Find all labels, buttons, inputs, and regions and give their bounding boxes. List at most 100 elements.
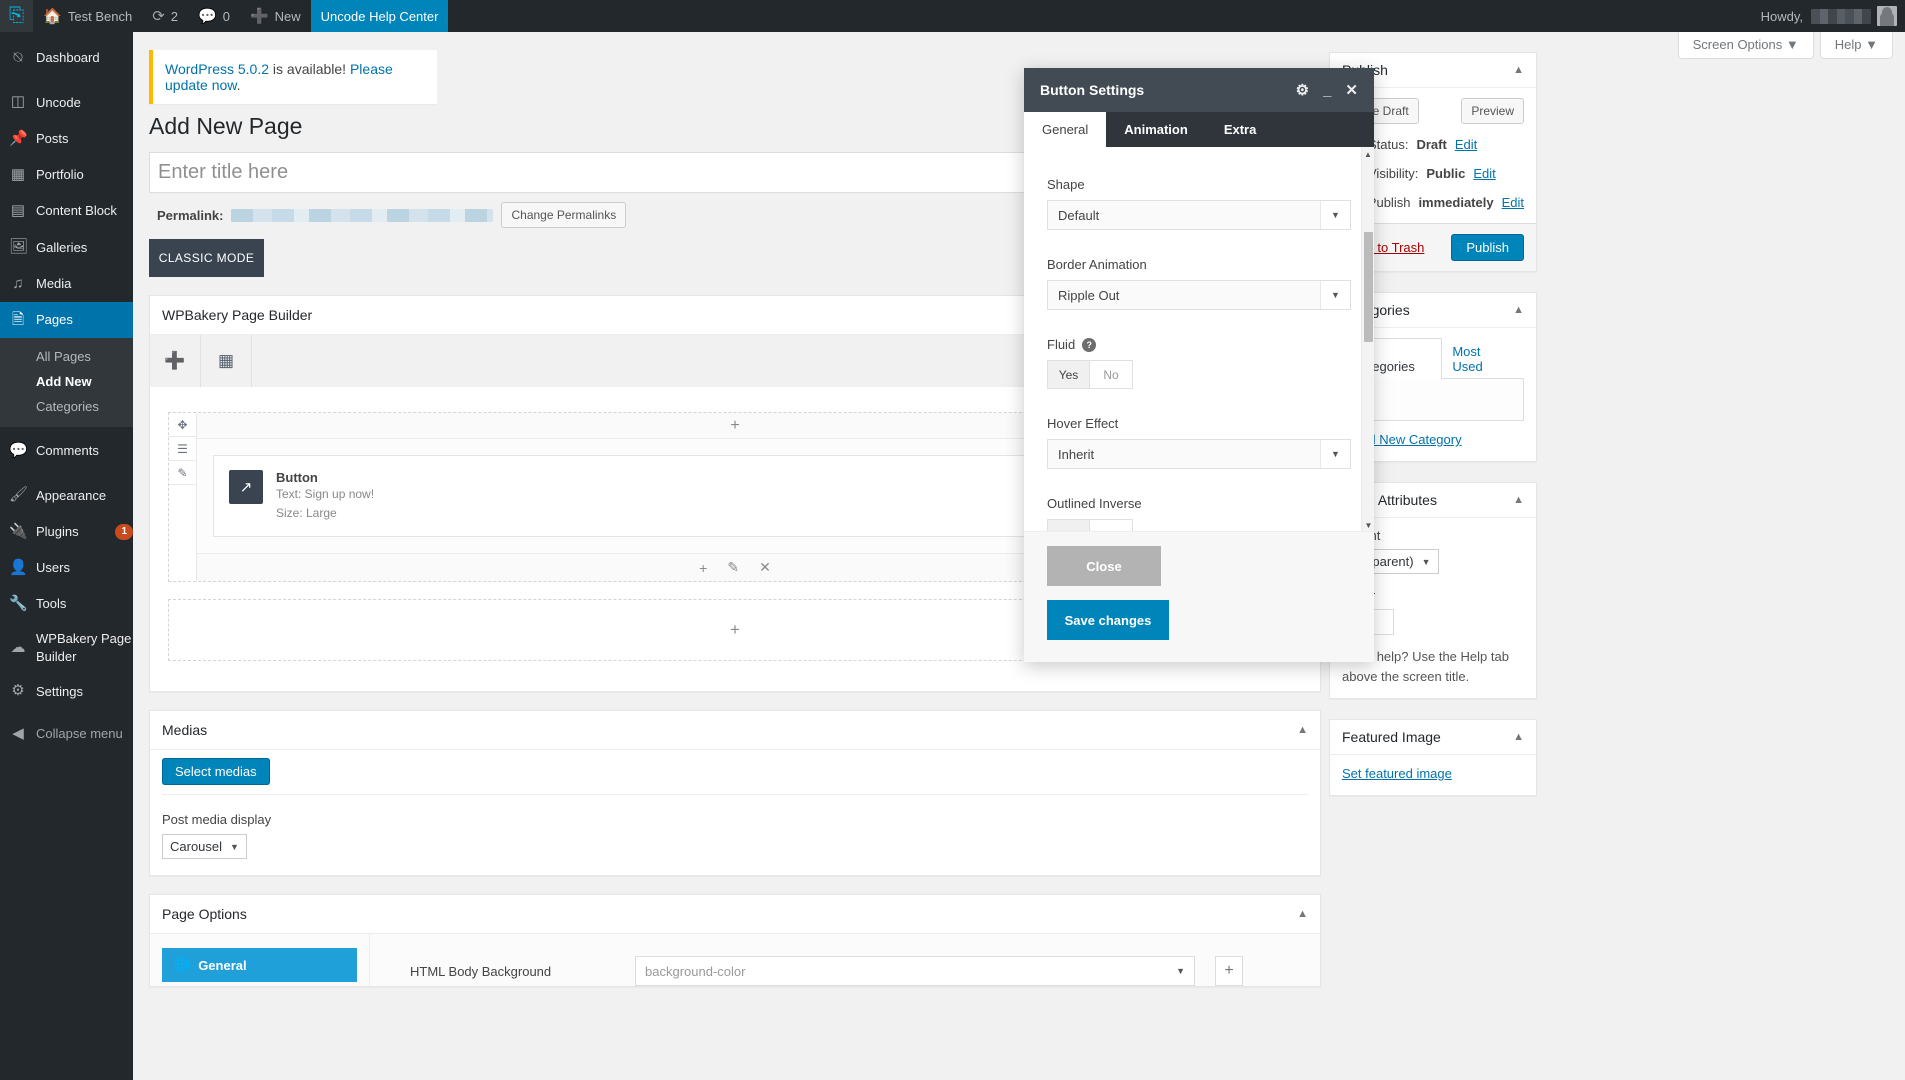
hover-effect-select[interactable]: Inherit ▼ — [1047, 439, 1351, 469]
tab-animation[interactable]: Animation — [1106, 112, 1206, 147]
fluid-no-button[interactable]: No — [1090, 360, 1133, 389]
visibility-edit-link[interactable]: Edit — [1473, 166, 1495, 181]
add-background-button[interactable]: + — [1215, 956, 1243, 987]
outlined-inverse-no-button[interactable] — [1090, 519, 1133, 531]
medias-panel-header[interactable]: Medias ▲ — [150, 711, 1320, 751]
edit-icon[interactable]: ✎ — [169, 461, 196, 485]
chevron-down-icon[interactable]: ▼ — [1320, 201, 1350, 229]
featured-image-box-body: Set featured image — [1330, 755, 1536, 795]
move-icon[interactable]: ✥ — [169, 413, 196, 437]
set-featured-image-link[interactable]: Set featured image — [1342, 766, 1452, 781]
sidebar-item-users[interactable]: 👤 Users — [0, 550, 133, 586]
tab-most-used[interactable]: Most Used — [1442, 338, 1524, 379]
schedule-edit-link[interactable]: Edit — [1502, 195, 1524, 210]
sidebar-collapse-menu[interactable]: ◀ Collapse menu — [0, 716, 133, 752]
adminbar-updates[interactable]: ⟳ 2 — [142, 0, 188, 32]
preview-button[interactable]: Preview — [1461, 98, 1524, 124]
add-element-button[interactable]: ➕ — [150, 335, 201, 387]
change-permalinks-button[interactable]: Change Permalinks — [501, 202, 627, 228]
wordpress-logo-icon[interactable]: ⎘ — [0, 0, 34, 32]
tab-general[interactable]: General — [1024, 112, 1107, 147]
sidebar-item-galleries[interactable]: 🖼 Galleries — [0, 229, 133, 265]
chevron-up-icon[interactable]: ▲ — [1297, 908, 1308, 920]
minimize-icon[interactable]: _ — [1323, 83, 1331, 98]
chevron-up-icon[interactable]: ▲ — [1513, 731, 1524, 743]
adminbar-site-name[interactable]: 🏠 Test Bench — [33, 0, 142, 32]
element-meta-text: Text: Sign up now! — [276, 487, 375, 501]
fluid-yes-button[interactable]: Yes — [1047, 360, 1090, 389]
wordpress-version-link[interactable]: WordPress 5.0.2 — [165, 61, 269, 77]
status-edit-link[interactable]: Edit — [1455, 137, 1477, 152]
sidebar-item-settings[interactable]: ⚙ Settings — [0, 673, 133, 709]
adminbar-account[interactable]: Howdy, — [1761, 6, 1905, 26]
featured-image-box-header[interactable]: Featured Image ▲ — [1330, 720, 1536, 755]
scroll-up-arrow-icon[interactable]: ▲ — [1362, 147, 1374, 161]
adminbar-uncode-help-center[interactable]: Uncode Help Center — [310, 0, 449, 32]
tab-extra[interactable]: Extra — [1206, 112, 1275, 147]
adminbar-comments[interactable]: 💬 0 — [188, 0, 240, 32]
blocks-icon: ▤ — [10, 202, 26, 219]
sidebar-item-label: Dashboard — [36, 50, 100, 66]
plus-icon[interactable]: + — [699, 560, 707, 576]
chevron-down-icon[interactable]: ▼ — [1320, 440, 1350, 468]
sidebar-item-appearance[interactable]: 🖌 Appearance — [0, 477, 133, 513]
templates-button[interactable]: ▦ — [201, 335, 252, 387]
sidebar-item-content-block[interactable]: ▤ Content Block — [0, 193, 133, 229]
chevron-up-icon[interactable]: ▲ — [1513, 494, 1524, 506]
sidebar-item-portfolio[interactable]: ▦ Portfolio — [0, 157, 133, 193]
outlined-inverse-yes-button[interactable] — [1047, 519, 1090, 531]
modal-fields: Shape Default ▼ Border Animation Ripple … — [1024, 147, 1374, 531]
adminbar-new[interactable]: ➕ New — [240, 0, 311, 32]
page-options-panel-title: Page Options — [162, 906, 247, 923]
permalink-label: Permalink: — [157, 207, 224, 223]
edit-icon[interactable]: ✎ — [727, 559, 739, 576]
columns-icon[interactable]: ☰ — [169, 437, 196, 461]
save-changes-button[interactable]: Save changes — [1047, 600, 1169, 640]
sidebar-item-dashboard[interactable]: ⍉ Dashboard — [0, 40, 133, 76]
tab-general[interactable]: 🌐 General — [162, 948, 357, 983]
modal-body: Shape Default ▼ Border Animation Ripple … — [1024, 147, 1374, 532]
post-media-display-select[interactable]: Carousel ▼ — [162, 834, 247, 860]
modal-header[interactable]: Button Settings ⚙ _ ✕ — [1024, 68, 1374, 112]
sidebar-item-tools[interactable]: 🔧 Tools — [0, 586, 133, 622]
chevron-down-icon[interactable]: ▼ — [1320, 281, 1350, 309]
sidebar-item-wpbakery-page-builder[interactable]: ☁ WPBakery Page Builder — [0, 622, 133, 673]
chevron-up-icon[interactable]: ▲ — [1513, 304, 1524, 316]
sidebar-subitem-categories[interactable]: Categories — [0, 394, 133, 419]
hover-effect-label-text: Hover Effect — [1047, 416, 1119, 431]
select-medias-button[interactable]: Select medias — [162, 758, 270, 786]
screen-options-button[interactable]: Screen Options ▼ — [1677, 32, 1814, 59]
featured-image-box-title: Featured Image — [1342, 729, 1441, 745]
sidebar-item-comments[interactable]: 💬 Comments — [0, 433, 133, 469]
close-icon[interactable]: ✕ — [759, 559, 771, 576]
sidebar-item-pages[interactable]: 🗎 Pages — [0, 301, 133, 338]
modal-scrollbar[interactable]: ▲ ▼ — [1361, 147, 1374, 531]
sidebar-subitem-add-new[interactable]: Add New — [0, 369, 133, 394]
help-button[interactable]: Help ▼ — [1819, 32, 1893, 59]
border-animation-select[interactable]: Ripple Out ▼ — [1047, 280, 1351, 310]
classic-mode-button[interactable]: CLASSIC MODE — [149, 239, 264, 277]
shape-label: Shape — [1047, 177, 1351, 192]
sidebar-item-label: Galleries — [36, 239, 88, 255]
page-options-panel-header[interactable]: Page Options ▲ — [150, 895, 1320, 935]
help-icon[interactable]: ? — [1082, 337, 1097, 352]
sidebar-item-uncode[interactable]: ◫ Uncode — [0, 84, 133, 120]
sidebar-subitem-all-pages[interactable]: All Pages — [0, 344, 133, 369]
close-button[interactable]: Close — [1047, 546, 1161, 586]
html-body-background-select[interactable]: background-color ▼ — [635, 956, 1195, 987]
shape-select[interactable]: Default ▼ — [1047, 200, 1351, 230]
sidebar-item-media[interactable]: ♫ Media — [0, 266, 133, 302]
gear-icon[interactable]: ⚙ — [1296, 83, 1309, 98]
chevron-up-icon[interactable]: ▲ — [1513, 64, 1524, 76]
scrollbar-thumb[interactable] — [1364, 232, 1373, 342]
sidebar-item-plugins[interactable]: 🔌 Plugins 1 — [0, 514, 133, 550]
scroll-down-arrow-icon[interactable]: ▼ — [1362, 518, 1374, 531]
publish-button[interactable]: Publish — [1451, 234, 1524, 261]
status-label: Status: — [1368, 137, 1409, 152]
screen-meta-links: Screen Options ▼ Help ▼ — [1672, 32, 1893, 59]
chevron-up-icon[interactable]: ▲ — [1297, 724, 1308, 736]
images-icon: 🖼 — [9, 238, 29, 256]
close-icon[interactable]: ✕ — [1345, 83, 1358, 98]
schedule-label: Publish — [1367, 195, 1411, 210]
sidebar-item-posts[interactable]: 📌 Posts — [0, 121, 133, 157]
